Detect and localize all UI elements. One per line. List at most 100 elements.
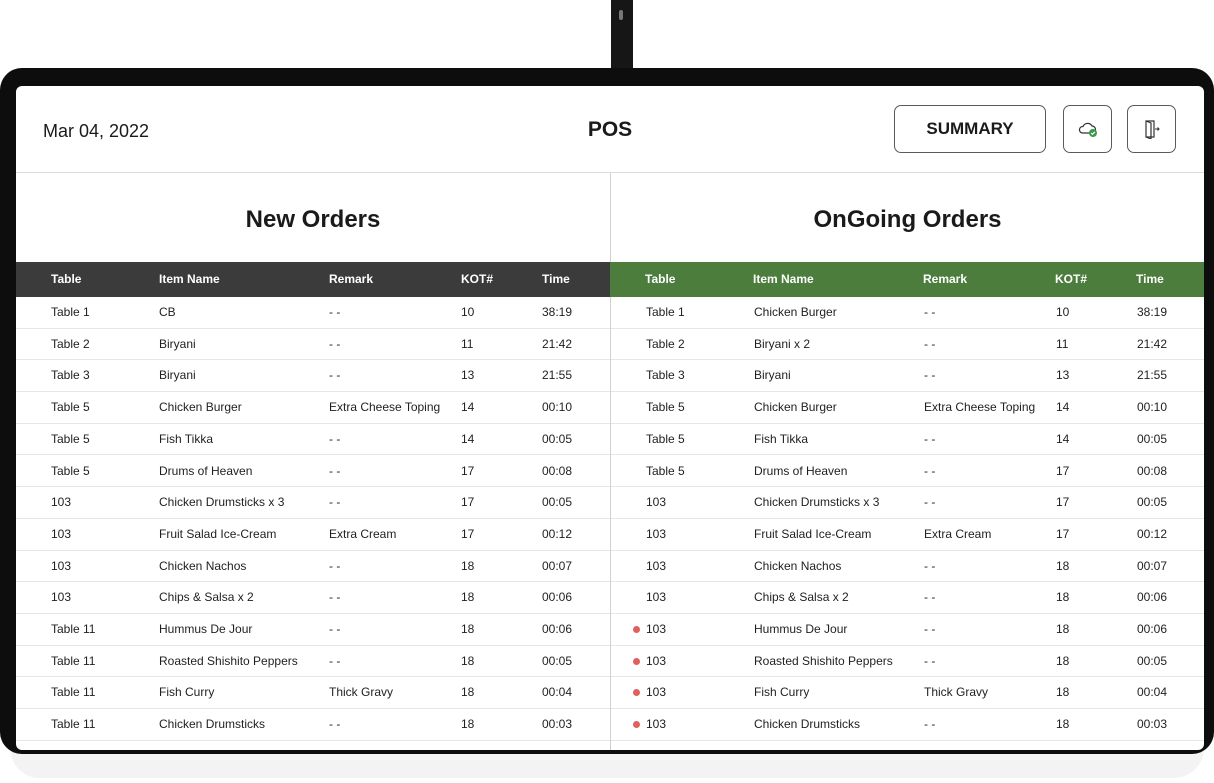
cell-table: 103 [633,709,666,740]
cell-remark-text: Extra Cheese Toping [924,400,1036,415]
table-row[interactable]: Table 5 Drums of Heaven - - 17 00:08 [16,456,610,488]
cell-time: 00:05 [1137,646,1167,677]
table-row[interactable]: 103 Fruit Salad Ice-Cream Extra Cream 17 00:… [16,519,610,551]
table-row[interactable]: Table 1 CB - - 10 38:19 [16,297,610,329]
cell-item-name-text: Chicken Drumsticks x 3 [754,495,880,510]
cell-time-text: 00:06 [542,590,573,605]
cell-kot-text: 17 [461,495,475,510]
table-row[interactable]: Table 5 Fish Tikka - - 14 00:05 [16,424,610,456]
cell-item-name-text: Chips & Salsa x 2 [159,590,254,605]
table-row[interactable]: 103 Hummus De Jour - - 18 00:06 [611,614,1204,646]
cell-kot-text: 14 [461,400,475,415]
cell-time: 00:07 [542,551,572,582]
cell-time: 00:05 [542,424,572,455]
cell-kot-text: 18 [1056,717,1070,732]
cell-table-text: 103 [646,558,667,573]
ongoing-orders-panel: OnGoing Orders Table Item Name Remark KO… [610,173,1204,750]
cell-remark-text: Extra Cream [924,526,992,541]
table-row[interactable]: 103 Chicken Drumsticks x 3 - - 17 00:05 [16,487,610,519]
cell-table: Table 3 [51,360,90,391]
table-row[interactable]: 103 Roasted Shishito Peppers - - 18 00:05 [611,646,1204,678]
table-row[interactable]: Table 5 Chicken Burger Extra Cheese Toping… [611,392,1204,424]
cell-kot-text: 14 [1056,400,1070,415]
cell-kot: 14 [1056,424,1069,455]
table-row[interactable]: Table 11 Fish Curry Thick Gravy 18 00:04 [16,677,610,710]
column-header-time: Time [1136,272,1164,286]
cell-item-name-text: Biryani [159,368,196,383]
cell-remark: - - [924,297,935,328]
cell-table-text: 103 [646,526,667,541]
cell-item-name-text: Fruit Salad Ice-Cream [159,526,277,541]
table-row[interactable]: Table 2 Biryani x 2 - - 11 21:42 [611,329,1204,361]
cell-item-name-text: Hummus De Jour [754,622,848,636]
cell-item-name-text: Chicken Nachos [159,558,247,573]
cell-remark-text: - - [329,495,341,510]
cell-time: 00:06 [542,614,572,645]
cell-item-name: Drums of Heaven [159,456,252,487]
table-row[interactable]: 103 Fruit Salad Ice-Cream Extra Cream 17 00:… [611,519,1204,551]
table-row[interactable]: Table 11 Roasted Shishito Peppers - - 18 00:… [16,646,610,678]
table-row[interactable]: Table 3 Biryani - - 13 21:55 [611,360,1204,393]
table-row[interactable]: 103 Chicken Nachos - - 18 00:07 [16,551,610,583]
cell-remark: - - [329,709,340,740]
cell-time: 00:12 [1137,519,1167,550]
cell-remark-text: - - [329,463,341,478]
table-row[interactable]: Table 2 Biryani - - 11 21:42 [16,329,610,361]
table-row[interactable]: Table 1 Chicken Burger - - 10 38:19 [611,297,1204,329]
cell-item-name-text: Chicken Nachos [754,558,842,573]
cell-item-name: Drums of Heaven [754,456,847,487]
exit-button[interactable] [1127,105,1176,153]
table-row[interactable]: Table 5 Fish Tikka - - 14 00:05 [611,424,1204,456]
cell-time: 00:05 [1137,487,1167,518]
column-header-table: Table [51,272,82,286]
cell-table-text: 103 [51,590,72,605]
cell-remark: - - [329,360,340,391]
cell-kot: 10 [1056,297,1069,328]
cell-remark-text: - - [924,590,936,605]
cell-table: Table 3 [646,360,685,391]
cell-remark: Extra Cheese Toping [329,392,440,423]
cell-time-text: 00:07 [1137,558,1168,573]
table-row[interactable]: Table 5 Drums of Heaven - - 17 00:08 [611,456,1204,488]
cell-table-text: 103 [51,558,72,573]
table-row[interactable]: Table 5 Chicken Burger Extra Cheese Toping… [16,392,610,424]
cell-time-text: 21:55 [542,368,573,383]
cell-kot-text: 17 [1056,463,1070,478]
cell-item-name-text: Fish Curry [754,685,810,700]
table-row[interactable]: 103 Chicken Drumsticks x 3 - - 17 00:05 [611,487,1204,519]
table-row[interactable]: Table 11 Chicken Drumsticks - - 18 00:03 [16,709,610,741]
cell-table: Table 11 [51,709,95,740]
table-row[interactable]: Table 3 Biryani - - 13 21:55 [16,360,610,393]
cell-time: 00:05 [542,646,572,677]
cell-table: 103 [51,582,71,613]
cell-kot: 18 [1056,677,1069,708]
cell-kot: 18 [461,582,474,613]
summary-button[interactable]: SUMMARY [894,105,1046,153]
cell-table-text: Table 5 [51,431,90,446]
table-row[interactable]: 103 Chicken Nachos - - 18 00:07 [611,551,1204,583]
cell-item-name: Chicken Burger [754,392,837,423]
cell-time-text: 00:03 [1137,717,1168,732]
table-row[interactable]: 103 Chips & Salsa x 2 - - 18 00:06 [16,582,610,614]
cell-kot-text: 10 [1056,305,1070,319]
cell-kot-text: 18 [1056,590,1070,605]
cell-time-text: 00:08 [1137,463,1168,478]
table-row[interactable]: 103 Fish Curry Thick Gravy 18 00:04 [611,677,1204,710]
table-row[interactable]: 103 Chicken Drumsticks - - 18 00:03 [611,709,1204,741]
table-row[interactable]: Table 11 Hummus De Jour - - 18 00:06 [16,614,610,646]
cloud-sync-button[interactable] [1063,105,1112,153]
cell-remark: - - [329,329,340,360]
cell-time-text: 00:03 [542,717,573,732]
device-mount [611,0,633,74]
cell-table: Table 5 [51,424,90,455]
cell-kot: 18 [461,646,474,677]
cell-time: 00:06 [542,582,572,613]
cell-table: Table 11 [51,614,95,645]
cell-remark: - - [329,551,340,582]
table-row[interactable]: 103 Chips & Salsa x 2 - - 18 00:06 [611,582,1204,614]
column-header-kot: KOT# [461,272,494,286]
cell-remark-text: - - [924,305,936,319]
cell-remark-text: Thick Gravy [329,685,394,700]
cell-remark-text: - - [924,368,936,383]
cell-table-text: 103 [646,622,667,636]
